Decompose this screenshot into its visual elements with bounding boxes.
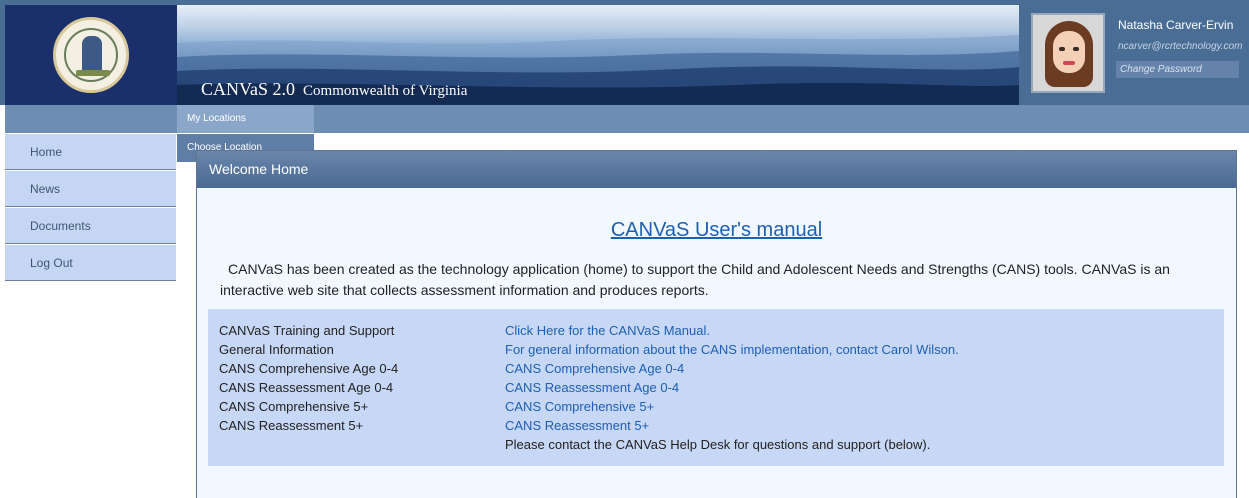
logo-area: [5, 5, 177, 105]
manual-link[interactable]: Click Here for the CANVaS Manual.: [505, 321, 710, 340]
app-title: CANVaS 2.0 Commonwealth of Virginia: [201, 79, 467, 100]
user-name: Natasha Carver-Ervin: [1118, 18, 1234, 32]
reassessment-0-4-link[interactable]: CANS Reassessment Age 0-4: [505, 378, 679, 397]
info-label: CANS Comprehensive 5+: [219, 399, 369, 414]
sidebar-item-documents[interactable]: Documents: [5, 208, 176, 244]
contact-link[interactable]: For general information about the CANS i…: [505, 340, 959, 359]
info-label: CANS Comprehensive Age 0-4: [219, 361, 399, 376]
org-name: Commonwealth of Virginia: [303, 83, 468, 99]
info-label: CANS Reassessment Age 0-4: [219, 380, 394, 395]
sidebar-item-log-out[interactable]: Log Out: [5, 245, 176, 281]
user-email: ncarver@rcrtechnology.com: [1118, 41, 1243, 52]
help-desk-note: Please contact the CANVaS Help Desk for …: [505, 437, 931, 452]
sidebar-item-news[interactable]: News: [5, 171, 176, 207]
avatar: [1031, 13, 1105, 93]
change-password-link[interactable]: Change Password: [1116, 61, 1239, 78]
reassessment-5-plus-link[interactable]: CANS Reassessment 5+: [505, 416, 649, 435]
user-panel: Natasha Carver-Ervin ncarver@rcrtechnolo…: [1019, 5, 1249, 105]
user-manual-link[interactable]: CANVaS User's manual: [197, 219, 1236, 242]
welcome-panel: Welcome Home CANVaS User's manual CANVaS…: [196, 150, 1237, 498]
comprehensive-5-plus-link[interactable]: CANS Comprehensive 5+: [505, 397, 654, 416]
virginia-seal-icon: [53, 17, 129, 93]
comprehensive-0-4-link[interactable]: CANS Comprehensive Age 0-4: [505, 359, 684, 378]
info-label: CANS Reassessment 5+: [219, 418, 364, 433]
info-label: General Information: [219, 342, 334, 357]
app-name: CANVaS 2.0: [201, 79, 296, 99]
panel-title: Welcome Home: [209, 161, 309, 177]
panel-header: Welcome Home: [197, 151, 1236, 188]
sidebar-item-home[interactable]: Home: [5, 134, 176, 170]
menu-item-my-locations[interactable]: My Locations: [177, 105, 314, 133]
info-box: CANVaS Training and Support Click Here f…: [208, 309, 1224, 466]
intro-text: CANVaS has been created as the technolog…: [220, 261, 1170, 298]
info-label: CANVaS Training and Support: [219, 323, 395, 338]
